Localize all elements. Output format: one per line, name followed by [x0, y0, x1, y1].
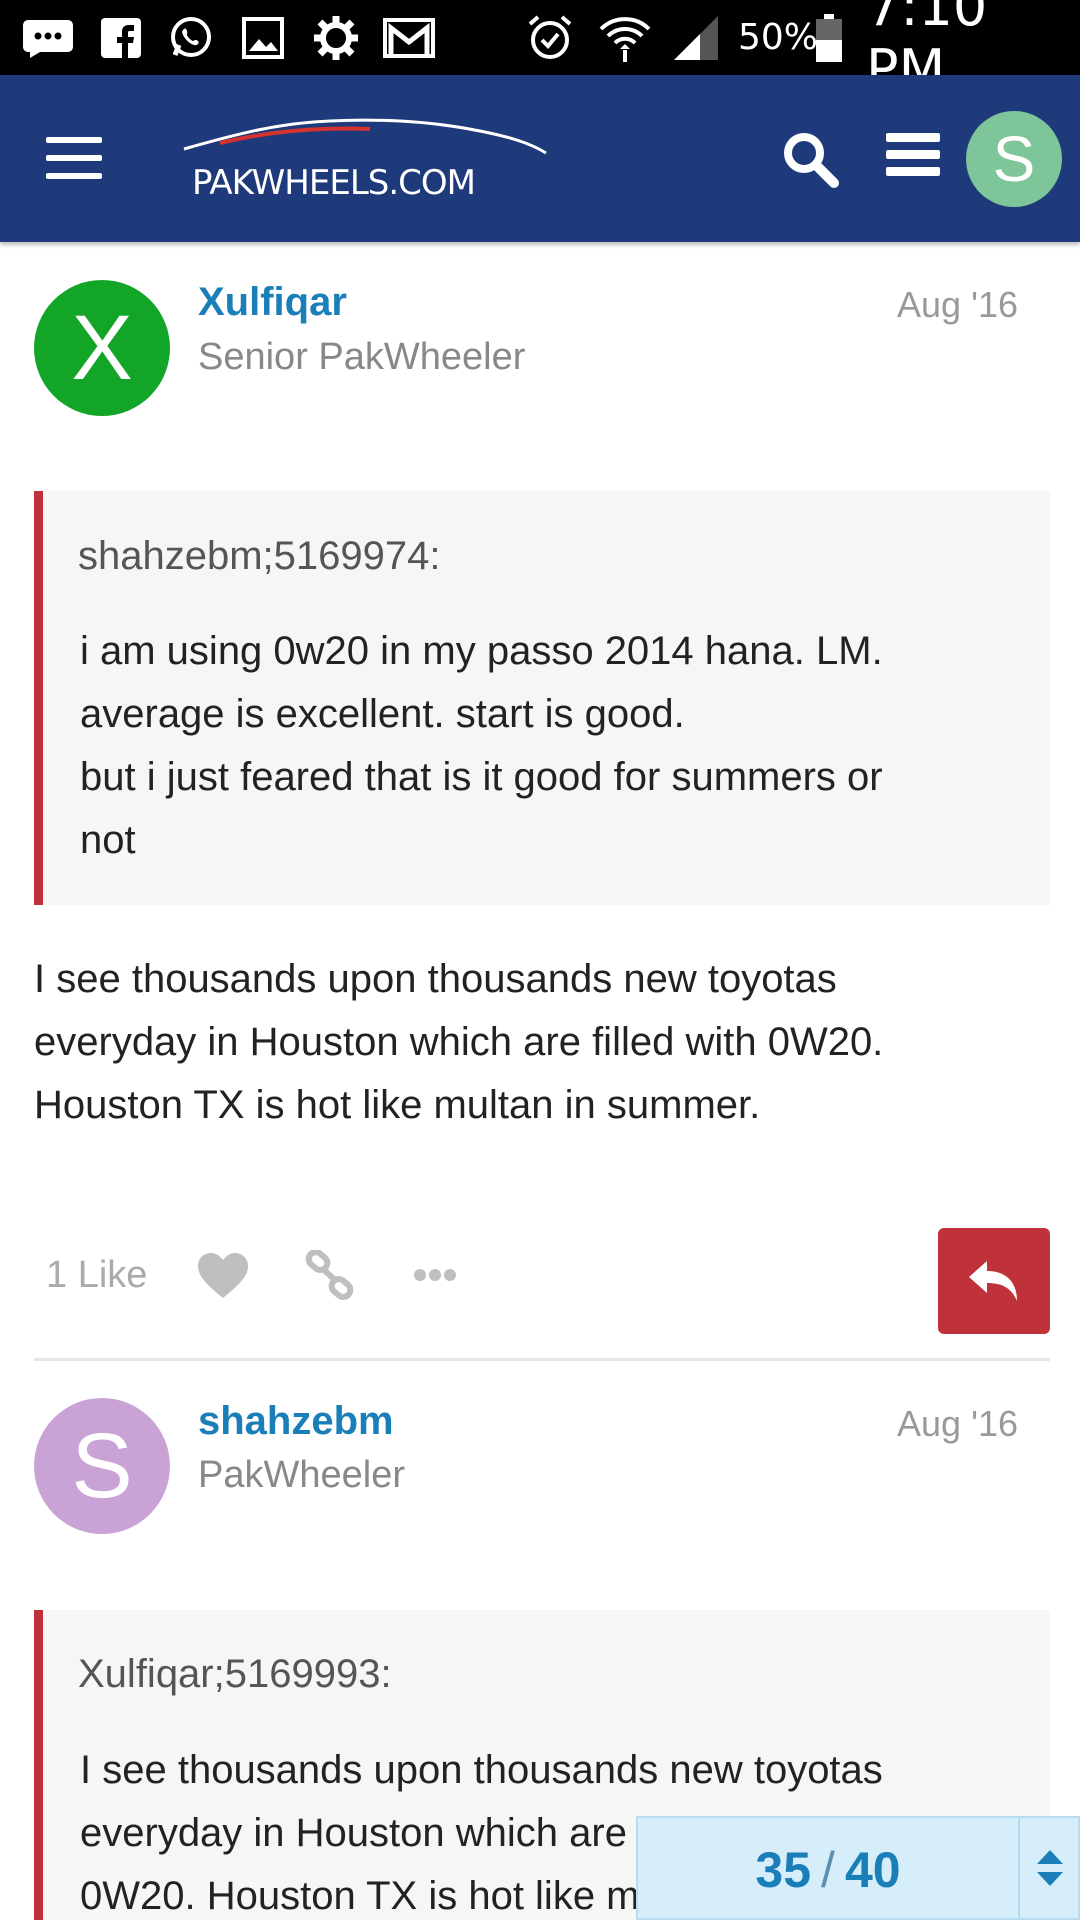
pakwheels-logo[interactable]: PAKWHEELS.COM: [180, 113, 550, 208]
heart-icon[interactable]: [194, 1250, 252, 1302]
quote-line: not: [80, 818, 136, 862]
status-bar: 50% 7:10 PM: [0, 0, 1080, 101]
sms-icon: [20, 0, 76, 75]
link-icon[interactable]: [304, 1248, 356, 1302]
more-options-icon[interactable]: [412, 1262, 458, 1288]
hamburger-menu-icon[interactable]: [46, 137, 102, 179]
quote-line: average is excellent. start is good.: [80, 692, 685, 736]
clock: 7:10 PM: [866, 0, 988, 101]
like-count[interactable]: 1 Like: [46, 1254, 147, 1297]
post-date[interactable]: Aug '16: [897, 284, 1018, 326]
facebook-icon: [98, 0, 144, 75]
expand-collapse-icon[interactable]: [1018, 1818, 1080, 1918]
quote-author: Xulfiqar;5169993:: [78, 1652, 392, 1696]
quote-line: I see thousands upon thousands new toyot…: [80, 1748, 883, 1792]
reply-button[interactable]: [938, 1228, 1050, 1334]
post-body: I see thousands upon thousands new toyot…: [34, 948, 1034, 1137]
avatar-xulfiqar[interactable]: X: [34, 280, 170, 416]
signal-icon: [670, 0, 724, 75]
post-user-title: PakWheeler: [198, 1454, 405, 1496]
post-divider: [34, 1358, 1050, 1361]
logo-text: PAKWHEELS.COM: [192, 163, 476, 203]
post-line: everyday in Houston which are filled wit…: [34, 1020, 884, 1064]
settings-icon: [310, 0, 362, 75]
wifi-icon: [596, 0, 654, 75]
post-username[interactable]: Xulfiqar: [198, 280, 347, 325]
quote-author: shahzebm;5169974:: [78, 534, 441, 578]
alarm-icon: [524, 0, 576, 75]
reply-icon: [969, 1261, 1017, 1301]
battery-icon: [814, 0, 844, 75]
quote-line: but i just feared that is it good for su…: [80, 755, 883, 799]
avatar-shahzebm[interactable]: S: [34, 1398, 170, 1534]
post-username[interactable]: shahzebm: [198, 1399, 394, 1444]
progress-current: 35: [755, 1842, 812, 1898]
topic-progress[interactable]: 35 / 40: [636, 1816, 1080, 1920]
post-line: I see thousands upon thousands new toyot…: [34, 957, 837, 1001]
gallery-icon: [240, 0, 286, 75]
post-user-title: Senior PakWheeler: [198, 336, 526, 378]
gmail-icon: [382, 0, 436, 75]
quote-body: i am using 0w20 in my passo 2014 hana. L…: [80, 620, 1020, 872]
battery-percent: 50%: [738, 17, 819, 58]
user-avatar[interactable]: S: [966, 111, 1062, 207]
progress-separator: /: [821, 1842, 835, 1898]
app-header: PAKWHEELS.COM S: [0, 75, 1080, 242]
post-date[interactable]: Aug '16: [897, 1403, 1018, 1445]
whatsapp-icon: [166, 0, 216, 75]
search-icon[interactable]: [780, 129, 840, 189]
topic-menu-icon[interactable]: [886, 133, 940, 177]
quote-line: i am using 0w20 in my passo 2014 hana. L…: [80, 629, 883, 673]
progress-total: 40: [844, 1842, 901, 1898]
progress-count: 35 / 40: [638, 1818, 1018, 1920]
post-line: Houston TX is hot like multan in summer.: [34, 1083, 761, 1127]
